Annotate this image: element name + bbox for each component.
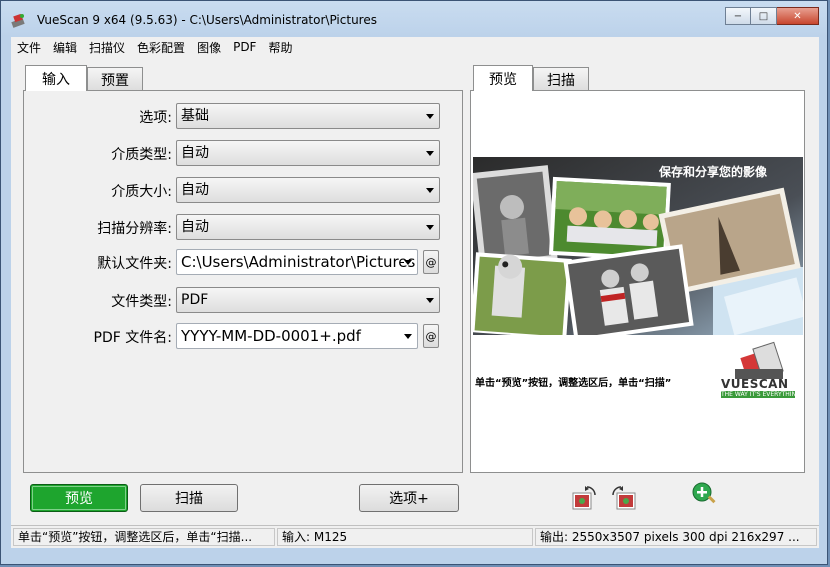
media-size-label: 介质大小: <box>111 184 172 200</box>
chevron-down-icon <box>404 260 412 265</box>
media-type-label: 介质类型: <box>111 147 172 163</box>
options-plus-button[interactable]: 选项+ <box>359 484 459 512</box>
menu-bar: 文件 编辑 扫描仪 色彩配置 图像 PDF 帮助 <box>11 37 819 57</box>
tab-prefs[interactable]: 预置 <box>87 67 143 91</box>
folder-at-button[interactable]: @ <box>423 250 439 274</box>
preview-banner-text: 保存和分享您的影像 <box>658 165 767 179</box>
tab-preview[interactable]: 预览 <box>473 65 533 91</box>
pdf-name-input[interactable]: YYYY-MM-DD-0001+.pdf <box>176 323 418 349</box>
file-type-label: 文件类型: <box>111 294 172 310</box>
tab-scan[interactable]: 扫描 <box>533 67 589 91</box>
default-folder-value: C:\Users\Administrator\Pictures <box>181 253 416 271</box>
scan-button[interactable]: 扫描 <box>140 484 238 512</box>
logo-tagline: THE WAY IT'S EVERYTHING <box>721 391 795 398</box>
default-folder-input[interactable]: C:\Users\Administrator\Pictures <box>176 249 418 275</box>
media-type-value: 自动 <box>181 145 209 161</box>
row-pdf-name: PDF 文件名: <box>24 323 172 353</box>
window-title: VueScan 9 x64 (9.5.63) - C:\Users\Admini… <box>37 13 377 27</box>
close-button[interactable]: ✕ <box>777 7 819 25</box>
title-bar[interactable]: VueScan 9 x64 (9.5.63) - C:\Users\Admini… <box>1 1 827 37</box>
media-size-value: 自动 <box>181 182 209 198</box>
pdf-name-at-button[interactable]: @ <box>423 324 439 348</box>
menu-file[interactable]: 文件 <box>11 39 47 56</box>
pdf-name-value: YYYY-MM-DD-0001+.pdf <box>181 327 361 345</box>
preview-panel: 保存和分享您的影像 单击“预览”按钮，调整选区后，单击“扫描” VUESCAN … <box>470 90 805 473</box>
scanner-logo-icon <box>735 341 784 380</box>
input-panel: 选项: 基础 介质类型: 自动 介质大小: 自动 扫描分辨率: 自动 默认文件夹… <box>23 90 463 473</box>
vuescan-logo: VUESCAN THE WAY IT'S EVERYTHING <box>721 341 797 403</box>
window-controls: − □ ✕ <box>725 7 819 25</box>
chevron-down-icon <box>426 188 434 193</box>
file-type-value: PDF <box>181 292 209 308</box>
media-size-select[interactable]: 自动 <box>176 177 440 203</box>
maximize-button[interactable]: □ <box>751 7 777 25</box>
default-folder-label: 默认文件夹: <box>97 256 172 272</box>
status-hint: 单击“预览”按钮，调整选区后，单击“扫描... <box>13 528 275 546</box>
status-output: 输出: 2550x3507 pixels 300 dpi 216x297 ... <box>535 528 817 546</box>
chevron-down-icon <box>404 334 412 339</box>
preview-hint-text: 单击“预览”按钮，调整选区后，单击“扫描” <box>475 378 672 389</box>
app-window: VueScan 9 x64 (9.5.63) - C:\Users\Admini… <box>0 0 828 565</box>
tab-input[interactable]: 输入 <box>25 65 87 91</box>
preview-collage-image: 保存和分享您的影像 <box>473 157 803 335</box>
row-default-folder: 默认文件夹: <box>24 249 172 279</box>
status-bar: 单击“预览”按钮，调整选区后，单击“扫描... 输入: M125 输出: 255… <box>11 525 819 548</box>
options-select-value: 基础 <box>181 108 209 124</box>
menu-pdf[interactable]: PDF <box>227 40 262 54</box>
logo-wordmark: VUESCAN <box>721 377 789 391</box>
row-media-type: 介质类型: <box>24 140 172 170</box>
options-label: 选项: <box>139 110 172 126</box>
row-options: 选项: <box>24 103 172 133</box>
row-media-size: 介质大小: <box>24 177 172 207</box>
menu-edit[interactable]: 编辑 <box>47 39 83 56</box>
zoom-in-icon[interactable] <box>691 481 717 507</box>
file-type-select[interactable]: PDF <box>176 287 440 313</box>
row-scan-res: 扫描分辨率: <box>24 214 172 244</box>
menu-image[interactable]: 图像 <box>191 39 227 56</box>
media-type-select[interactable]: 自动 <box>176 140 440 166</box>
scan-res-select[interactable]: 自动 <box>176 214 440 240</box>
menu-color[interactable]: 色彩配置 <box>131 39 191 56</box>
scan-res-label: 扫描分辨率: <box>97 221 172 237</box>
row-file-type: 文件类型: <box>24 287 172 317</box>
sample-photo-collage <box>473 157 803 335</box>
minimize-button[interactable]: − <box>725 7 751 25</box>
menu-help[interactable]: 帮助 <box>262 39 298 56</box>
chevron-down-icon <box>426 151 434 156</box>
menu-scanner[interactable]: 扫描仪 <box>83 39 131 56</box>
rotate-left-icon[interactable] <box>571 485 597 511</box>
preview-button[interactable]: 预览 <box>30 484 128 512</box>
chevron-down-icon <box>426 225 434 230</box>
rotate-right-icon[interactable] <box>611 485 637 511</box>
scan-res-value: 自动 <box>181 219 209 235</box>
pdf-name-label: PDF 文件名: <box>93 330 172 346</box>
vuescan-app-icon <box>11 13 25 28</box>
chevron-down-icon <box>426 114 434 119</box>
status-input: 输入: M125 <box>277 528 533 546</box>
options-select[interactable]: 基础 <box>176 103 440 129</box>
chevron-down-icon <box>426 298 434 303</box>
